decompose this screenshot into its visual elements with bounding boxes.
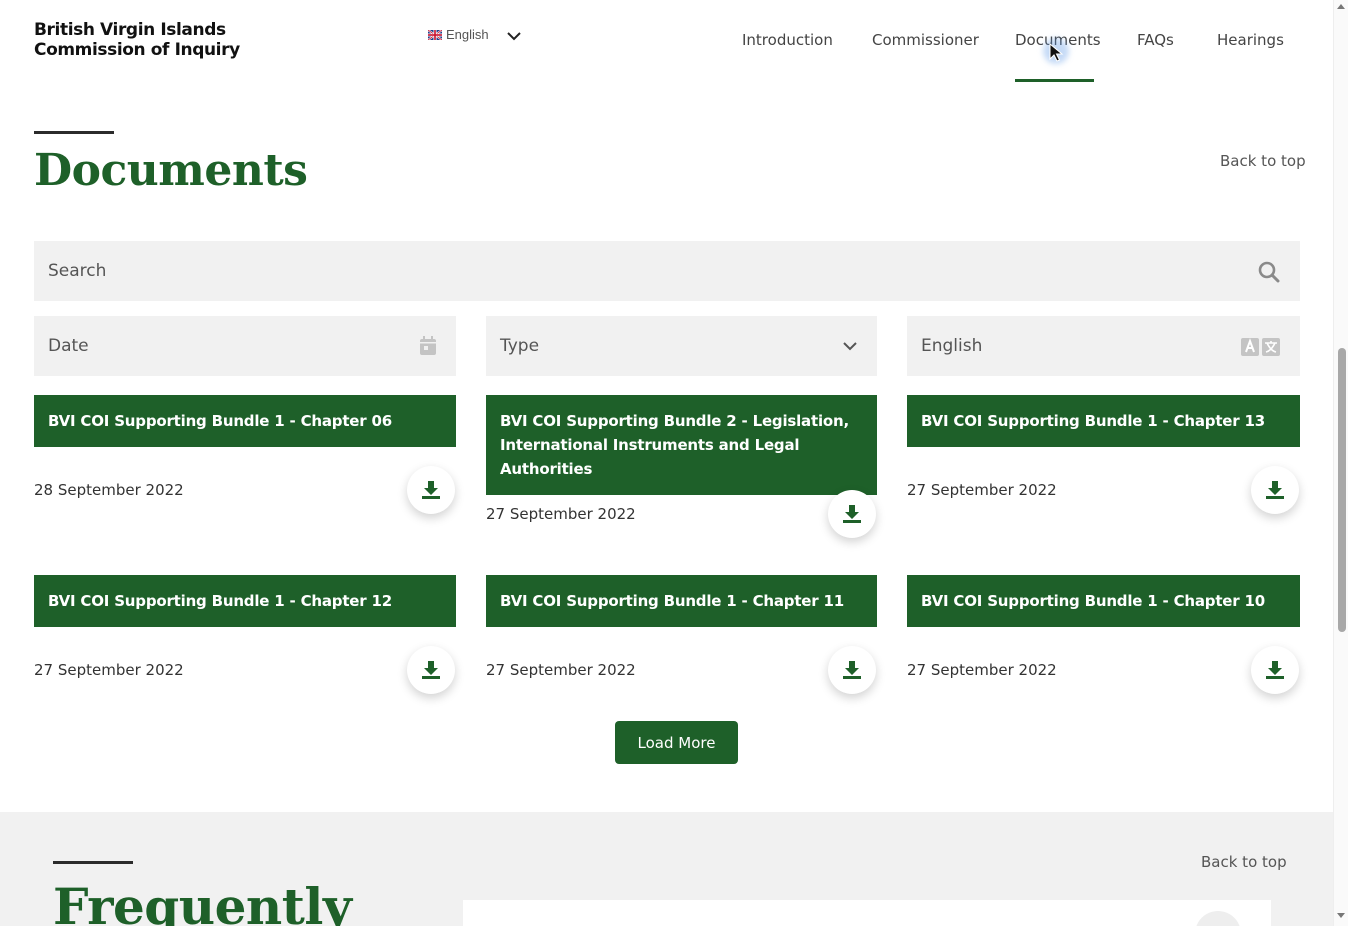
- download-button[interactable]: [407, 646, 455, 694]
- download-icon: [843, 505, 861, 523]
- download-icon: [843, 661, 861, 679]
- document-title[interactable]: BVI COI Supporting Bundle 1 - Chapter 12: [34, 575, 456, 627]
- document-title[interactable]: BVI COI Supporting Bundle 1 - Chapter 13: [907, 395, 1300, 447]
- back-to-top-link[interactable]: Back to top: [1220, 152, 1306, 170]
- faq-title: Frequently: [53, 877, 352, 926]
- document-title[interactable]: BVI COI Supporting Bundle 2 - Legislatio…: [486, 395, 877, 495]
- mouse-cursor-icon: [1049, 42, 1064, 62]
- main-nav: Introduction Commissioner Documents FAQs…: [0, 31, 1333, 61]
- document-date: 28 September 2022: [34, 481, 184, 499]
- scroll-down-arrow-icon[interactable]: [1337, 913, 1345, 918]
- translate-icon: [1241, 338, 1280, 356]
- download-button[interactable]: [828, 646, 876, 694]
- document-title[interactable]: BVI COI Supporting Bundle 1 - Chapter 06: [34, 395, 456, 447]
- document-card[interactable]: BVI COI Supporting Bundle 1 - Chapter 10…: [907, 575, 1300, 694]
- date-filter[interactable]: Date: [34, 316, 456, 376]
- date-filter-label: Date: [48, 336, 89, 356]
- search-placeholder: Search: [48, 261, 107, 281]
- type-filter-label: Type: [500, 336, 540, 356]
- download-button[interactable]: [407, 466, 455, 514]
- calendar-icon: [420, 336, 436, 355]
- faq-section: Frequently Back to top: [0, 812, 1333, 926]
- nav-hearings[interactable]: Hearings: [1217, 31, 1284, 49]
- document-date: 27 September 2022: [486, 661, 636, 679]
- document-title[interactable]: BVI COI Supporting Bundle 1 - Chapter 11: [486, 575, 877, 627]
- section-title: Documents: [34, 145, 308, 196]
- document-date: 27 September 2022: [907, 661, 1057, 679]
- download-button[interactable]: [828, 490, 876, 538]
- document-date: 27 September 2022: [486, 505, 636, 523]
- nav-commissioner[interactable]: Commissioner: [872, 31, 979, 49]
- site-header: British Virgin Islands Commission of Inq…: [0, 0, 1333, 84]
- faq-title-rule: [53, 861, 133, 864]
- download-icon: [1266, 481, 1284, 499]
- download-icon: [422, 661, 440, 679]
- nav-introduction[interactable]: Introduction: [742, 31, 833, 49]
- document-card[interactable]: BVI COI Supporting Bundle 1 - Chapter 13…: [907, 395, 1300, 514]
- document-date: 27 September 2022: [34, 661, 184, 679]
- document-title[interactable]: BVI COI Supporting Bundle 1 - Chapter 10: [907, 575, 1300, 627]
- download-icon: [1266, 661, 1284, 679]
- language-filter[interactable]: English: [907, 316, 1300, 376]
- search-input[interactable]: Search: [34, 241, 1300, 301]
- type-filter[interactable]: Type: [486, 316, 877, 376]
- document-date: 27 September 2022: [907, 481, 1057, 499]
- download-button[interactable]: [1251, 646, 1299, 694]
- document-card[interactable]: BVI COI Supporting Bundle 1 - Chapter 11…: [486, 575, 877, 694]
- nav-faqs[interactable]: FAQs: [1137, 31, 1174, 49]
- section-title-rule: [34, 131, 114, 134]
- chevron-down-icon: [843, 342, 857, 351]
- scroll-up-arrow-icon[interactable]: [1337, 4, 1345, 9]
- download-button[interactable]: [1251, 466, 1299, 514]
- page-scrollbar[interactable]: [1333, 0, 1348, 926]
- document-card[interactable]: BVI COI Supporting Bundle 2 - Legislatio…: [486, 395, 877, 538]
- back-to-top-link[interactable]: Back to top: [1201, 853, 1287, 871]
- document-card[interactable]: BVI COI Supporting Bundle 1 - Chapter 06…: [34, 395, 456, 514]
- language-filter-label: English: [921, 336, 983, 356]
- search-icon[interactable]: [1258, 261, 1280, 283]
- load-more-button[interactable]: Load More: [615, 721, 738, 764]
- faq-panel: [463, 900, 1271, 926]
- document-card[interactable]: BVI COI Supporting Bundle 1 - Chapter 12…: [34, 575, 456, 694]
- nav-active-indicator: [1015, 79, 1094, 82]
- page: British Virgin Islands Commission of Inq…: [0, 0, 1333, 926]
- scroll-thumb[interactable]: [1338, 348, 1346, 632]
- download-icon: [422, 481, 440, 499]
